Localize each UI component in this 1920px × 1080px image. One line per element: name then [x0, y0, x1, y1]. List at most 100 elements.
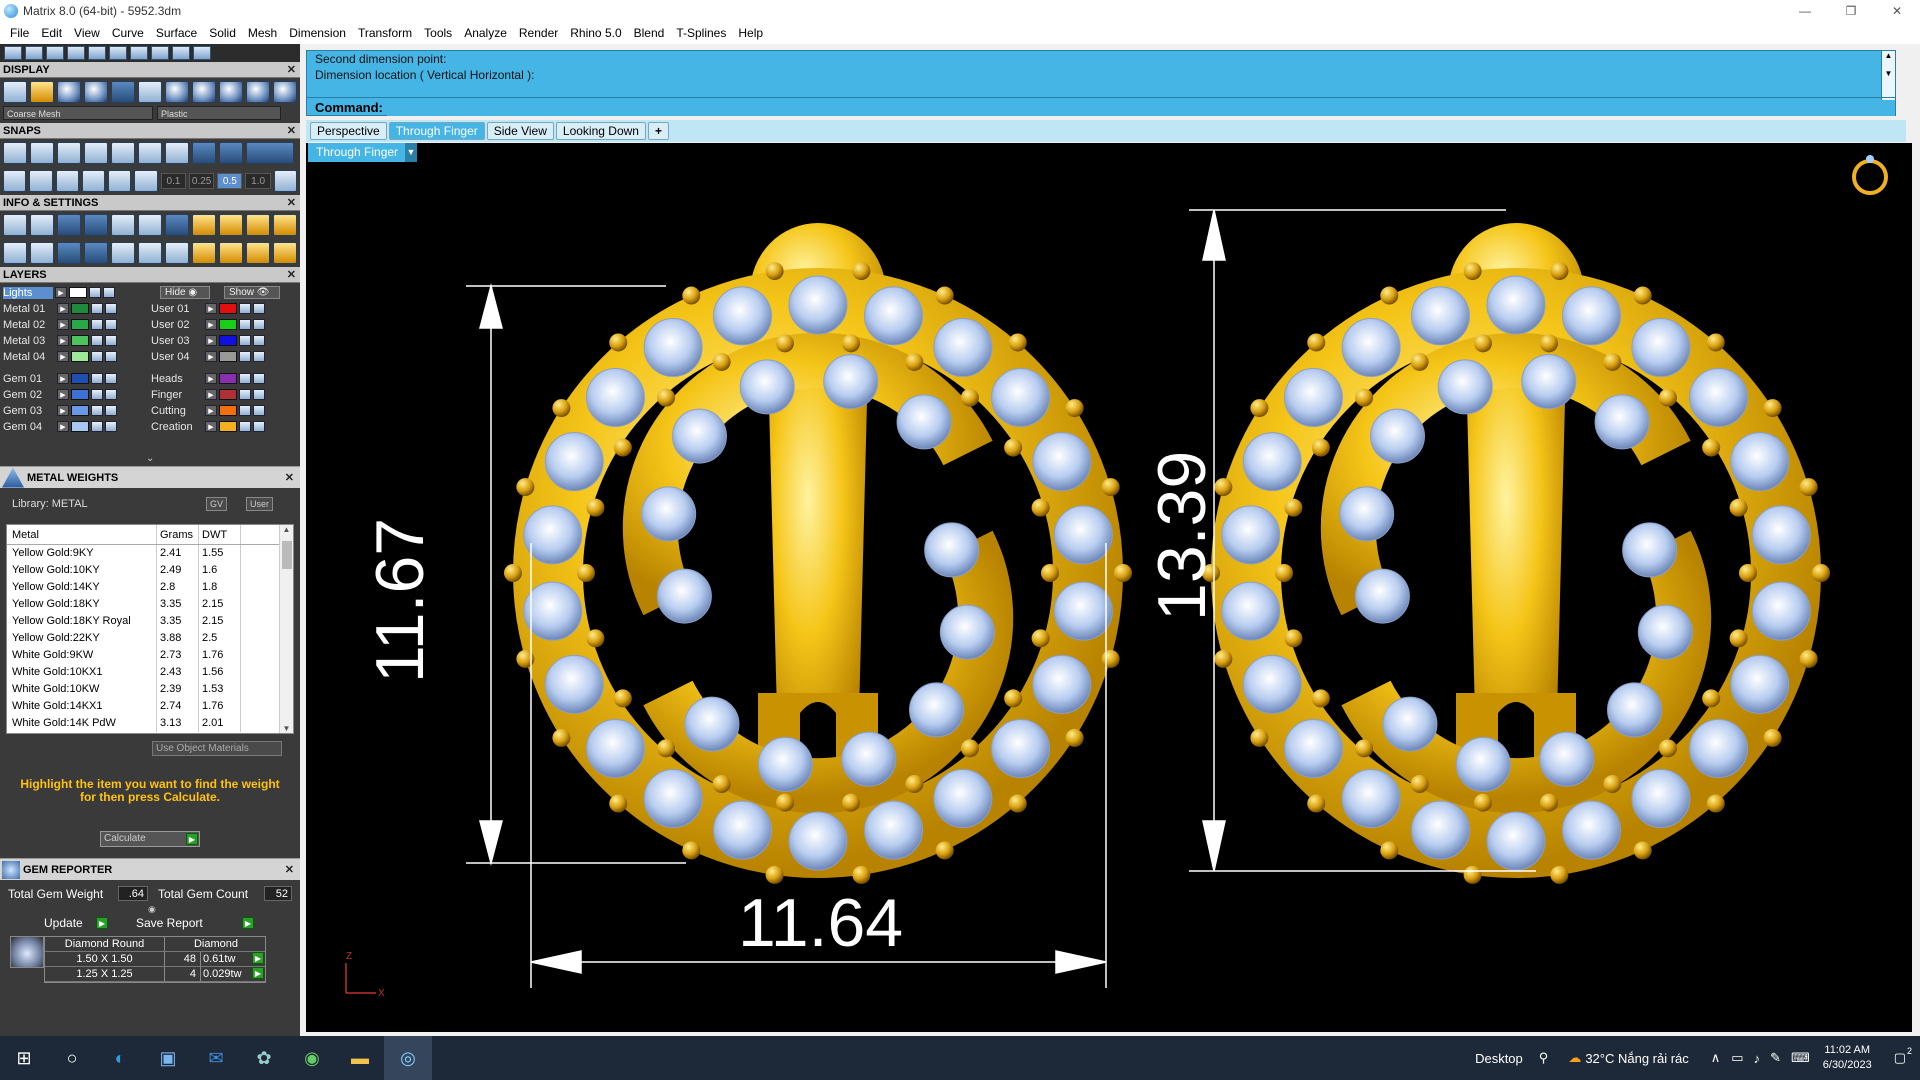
snap-int-icon[interactable]	[138, 142, 162, 164]
smarttrack-icon[interactable]	[81, 170, 106, 192]
tool-icon[interactable]	[273, 242, 297, 264]
visibility-icon[interactable]	[253, 421, 265, 432]
lock-icon[interactable]	[239, 303, 251, 314]
toolbar-button[interactable]	[25, 46, 43, 60]
lock-icon[interactable]	[91, 373, 103, 384]
scroll-down-icon[interactable]: ▼	[280, 724, 293, 733]
use-object-materials[interactable]: Use Object Materials	[152, 741, 282, 756]
menu-curve[interactable]: Curve	[106, 22, 150, 44]
visibility-icon[interactable]	[253, 373, 265, 384]
box-icon[interactable]	[84, 214, 108, 236]
play-icon[interactable]: ▶	[205, 421, 217, 432]
material-ball-icon[interactable]	[273, 81, 297, 103]
table-row[interactable]: White Gold:9KW 2.73 1.76	[7, 647, 293, 664]
toolbar-button[interactable]	[4, 46, 22, 60]
close-icon[interactable]: ✕	[287, 267, 296, 283]
toolbar-button[interactable]	[172, 46, 190, 60]
snap-ortho-icon[interactable]	[246, 142, 294, 164]
layer-name[interactable]: User 01	[151, 303, 203, 315]
table-row[interactable]: Yellow Gold:14KY 2.8 1.8	[7, 579, 293, 596]
layer-row[interactable]: Gem 01 ▶	[3, 371, 117, 386]
layer-name[interactable]: Gem 04	[3, 421, 55, 433]
mail-icon[interactable]: ✉	[192, 1036, 240, 1080]
layer-name[interactable]: Gem 02	[3, 389, 55, 401]
column-header-metal[interactable]: Metal	[7, 525, 157, 544]
lock-icon[interactable]	[239, 351, 251, 362]
layer-row[interactable]: User 01 ▶	[151, 301, 265, 316]
visibility-icon[interactable]	[105, 405, 117, 416]
toolbar-button[interactable]	[46, 46, 64, 60]
keyboard-icon[interactable]: ⌨	[1786, 1050, 1815, 1066]
visibility-icon[interactable]	[253, 335, 265, 346]
lock-icon[interactable]	[91, 335, 103, 346]
search-icon[interactable]: ○	[48, 1036, 96, 1080]
layer-color-swatch[interactable]	[69, 287, 87, 298]
visibility-icon[interactable]	[253, 389, 265, 400]
material-ball-icon[interactable]	[219, 81, 243, 103]
edge-icon[interactable]: ◐	[96, 1036, 144, 1080]
layer-color-swatch[interactable]	[71, 351, 89, 362]
rendered-ball-icon[interactable]	[84, 81, 108, 103]
table-row[interactable]: Yellow Gold:18KY 3.35 2.15	[7, 596, 293, 613]
cube-icon[interactable]	[84, 242, 108, 264]
play-icon[interactable]: ▶	[205, 351, 217, 362]
visibility-icon[interactable]	[105, 335, 117, 346]
planar-icon[interactable]	[29, 170, 53, 192]
snap-tan-icon[interactable]	[192, 142, 216, 164]
play-icon[interactable]: ▶	[205, 389, 217, 400]
layer-name[interactable]: Metal 01	[3, 303, 55, 315]
layer-color-swatch[interactable]	[71, 303, 89, 314]
layer-color-swatch[interactable]	[219, 405, 237, 416]
layer-row[interactable]: Gem 04 ▶	[3, 419, 117, 434]
menu-tsplines[interactable]: T-Splines	[670, 22, 732, 44]
material-ball-icon[interactable]	[165, 81, 189, 103]
toolbar-button[interactable]	[151, 46, 169, 60]
table-row[interactable]: White Gold:10KW 2.39 1.53	[7, 681, 293, 698]
matrix-taskbar-icon[interactable]: ◎	[384, 1036, 432, 1080]
layer-row[interactable]: Metal 01 ▶	[3, 301, 117, 316]
restore-button[interactable]: ❐	[1828, 0, 1874, 22]
material-ball-icon[interactable]	[192, 81, 216, 103]
snap-step-value[interactable]: 0.1	[160, 173, 187, 189]
filter-icon[interactable]	[111, 242, 135, 264]
grid-icon[interactable]	[3, 242, 27, 264]
layer-name[interactable]: User 04	[151, 351, 203, 363]
layer-row[interactable]: Cutting ▶	[151, 403, 265, 418]
weather-text[interactable]: 32°C Nắng rải rác	[1585, 1051, 1704, 1066]
edit-icon[interactable]	[138, 214, 162, 236]
tool-icon[interactable]	[273, 214, 297, 236]
toolbar-button[interactable]	[67, 46, 85, 60]
chevron-down-icon[interactable]: ⌄	[146, 453, 154, 464]
viewport[interactable]: Through Finger ▼ 11.67 11.64 13.39 Z X	[306, 143, 1912, 1032]
play-icon[interactable]: ▶	[205, 373, 217, 384]
calculate-go-icon[interactable]: ▶	[186, 833, 198, 845]
grid-icon[interactable]	[273, 170, 298, 192]
visibility-icon[interactable]	[253, 303, 265, 314]
tool-icon[interactable]	[246, 242, 270, 264]
layer-row[interactable]: User 03 ▶	[151, 333, 265, 348]
visibility-icon[interactable]	[105, 303, 117, 314]
menu-dimension[interactable]: Dimension	[283, 22, 352, 44]
gem-table-row[interactable]: 1.25 X 1.25 4 0.029tw	[45, 967, 265, 982]
add-viewport-tab-button[interactable]: +	[647, 122, 669, 140]
scroll-thumb[interactable]	[282, 541, 292, 569]
tab-looking-down[interactable]: Looking Down	[555, 122, 646, 140]
layer-name[interactable]: Heads	[151, 373, 203, 385]
column-header-dwt[interactable]: DWT	[199, 525, 241, 544]
visibility-icon[interactable]	[253, 351, 265, 362]
splitter-handle-icon[interactable]: ◉	[148, 904, 156, 915]
close-button[interactable]: ✕	[1874, 0, 1920, 22]
snap-perp-icon[interactable]	[165, 142, 189, 164]
layer-color-swatch[interactable]	[219, 389, 237, 400]
lock-icon[interactable]	[239, 405, 251, 416]
project-icon[interactable]	[55, 170, 79, 192]
windows-start-icon[interactable]: ⊞	[0, 1036, 48, 1080]
layer-row[interactable]: Gem 03 ▶	[3, 403, 117, 418]
table-row[interactable]: White Gold:10KX1 2.43 1.56	[7, 664, 293, 681]
lock-icon[interactable]	[91, 303, 103, 314]
menu-render[interactable]: Render	[513, 22, 564, 44]
snap-quad-icon[interactable]	[219, 142, 243, 164]
scroll-up-icon[interactable]: ▲	[280, 525, 293, 534]
layer-row[interactable]: User 02 ▶	[151, 317, 265, 332]
menu-blend[interactable]: Blend	[628, 22, 671, 44]
